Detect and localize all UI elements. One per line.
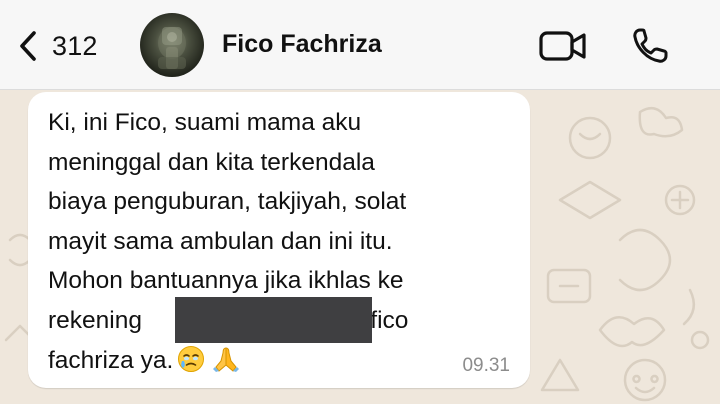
back-button[interactable]: 312 [14,28,98,64]
message-bubble[interactable]: Ki, ini Fico, suami mama aku meninggal d… [28,92,530,388]
chat-screen: 312 Fico Fachriza Ki, ini Fico, suami ma… [0,0,720,404]
message-line: mayit sama ambulan dan ini itu. [48,227,393,255]
message-line: Ki, ini Fico, suami mama aku [48,109,362,136]
message-line: biaya penguburan, takjiyah, solat [48,188,407,216]
contact-name[interactable]: Fico Fachriza [222,30,382,59]
chat-header: 312 Fico Fachriza [0,0,720,90]
message-line: meninggal dan kita terkendala [48,148,375,176]
avatar[interactable] [140,13,204,77]
folded-hands-icon [213,347,240,372]
message-line: Mohon bantuannya jika ikhlas ke [48,267,404,295]
redacted-account-number [175,297,372,343]
message-text-fragment: fachriza ya. [48,346,174,374]
chat-area[interactable]: Ki, ini Fico, suami mama aku meninggal d… [0,90,720,404]
video-camera-icon[interactable] [538,28,588,64]
unread-count: 312 [52,30,98,61]
message-time: 09.31 [462,355,510,376]
face-holding-back-tears-icon [178,345,205,372]
chevron-left-icon [20,31,36,61]
message-line-with-emoji: fachriza ya. [48,341,518,381]
profile-photo-icon [158,27,186,69]
phone-icon[interactable] [630,26,670,66]
message-text-fragment: rekening [48,306,142,334]
